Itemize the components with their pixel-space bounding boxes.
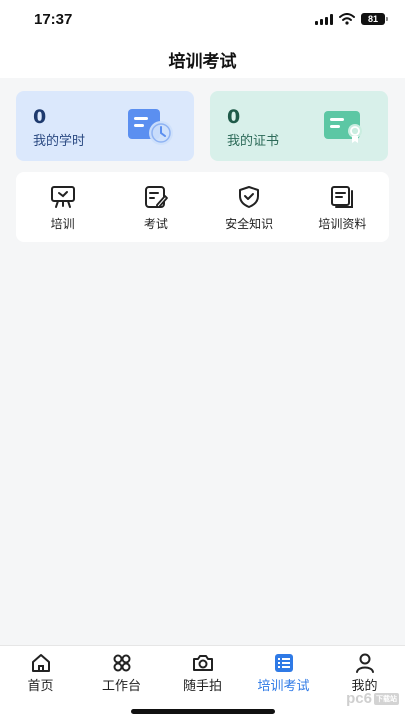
function-menu: 培训 考试 安全知识 培训资料 xyxy=(16,172,389,242)
page-title: 培训考试 xyxy=(168,51,237,72)
menu-label-exam: 考试 xyxy=(143,217,168,231)
signal-icon xyxy=(315,13,333,25)
battery-level: 81 xyxy=(367,14,378,24)
watermark-badge: 下载站 xyxy=(374,692,399,705)
user-icon xyxy=(355,653,374,673)
status-icons: 81 xyxy=(315,13,388,25)
wifi-icon xyxy=(339,13,355,25)
home-indicator xyxy=(131,709,275,714)
grid-icon xyxy=(113,654,130,672)
watermark: pc6 下载站 xyxy=(346,690,399,707)
nav-bar: 培训考试 xyxy=(0,40,405,78)
tab-label-workbench: 工作台 xyxy=(101,679,141,694)
menu-item-training[interactable]: 培训 xyxy=(16,172,109,242)
clock-document-icon xyxy=(128,109,173,145)
battery-icon: 81 xyxy=(361,13,388,25)
home-icon xyxy=(31,654,50,672)
tab-mine[interactable]: 我的 xyxy=(324,652,405,694)
tab-label-home: 首页 xyxy=(27,679,54,694)
watermark-text: pc6 xyxy=(346,690,372,707)
tab-home[interactable]: 首页 xyxy=(0,652,81,694)
camera-icon xyxy=(192,655,213,671)
menu-item-exam[interactable]: 考试 xyxy=(109,172,202,242)
tab-snapshot[interactable]: 随手拍 xyxy=(162,652,243,694)
certificates-label: 我的证书 xyxy=(227,134,280,149)
menu-item-safety-knowledge[interactable]: 安全知识 xyxy=(203,172,296,242)
tab-label-snapshot: 随手拍 xyxy=(182,679,222,694)
exam-icon xyxy=(144,186,168,208)
my-certificates-card[interactable]: 0 我的证书 xyxy=(210,91,388,161)
documents-icon xyxy=(331,186,354,208)
shield-check-icon xyxy=(239,186,260,208)
tab-label-training-exam: 培训考试 xyxy=(257,679,310,694)
list-icon xyxy=(274,654,293,672)
my-study-hours-card[interactable]: 0 我的学时 xyxy=(16,91,194,161)
tab-training-exam[interactable]: 培训考试 xyxy=(243,652,324,694)
menu-label-training: 培训 xyxy=(50,217,75,231)
status-time: 17:37 xyxy=(34,11,73,28)
training-icon xyxy=(50,186,75,208)
tab-workbench[interactable]: 工作台 xyxy=(81,652,162,694)
certificates-value: 0 xyxy=(227,106,241,128)
study-hours-value: 0 xyxy=(33,106,47,128)
certificate-icon xyxy=(324,111,362,143)
status-bar: 17:37 81 xyxy=(0,0,405,40)
menu-label-training-materials: 培训资料 xyxy=(318,217,367,231)
menu-item-training-materials[interactable]: 培训资料 xyxy=(296,172,389,242)
study-hours-label: 我的学时 xyxy=(33,134,86,149)
menu-label-safety-knowledge: 安全知识 xyxy=(225,217,274,231)
